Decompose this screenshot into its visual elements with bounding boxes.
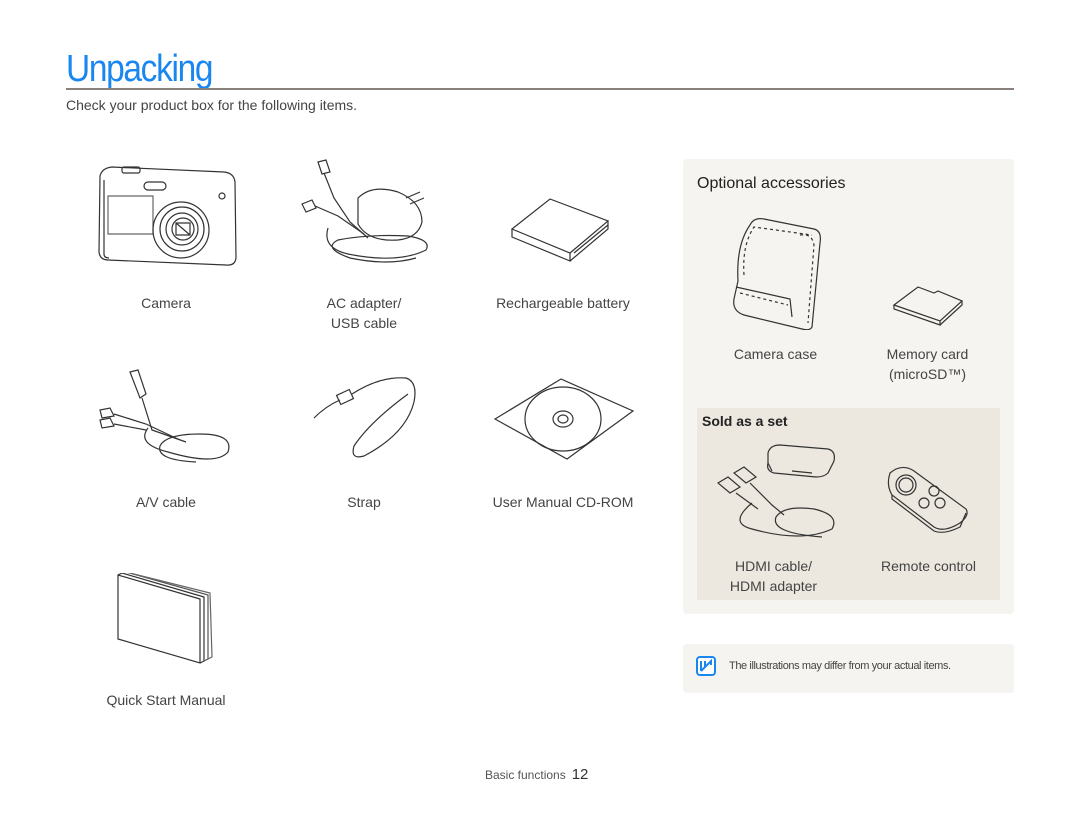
item-label-microsd: (microSD™) (889, 366, 966, 382)
manual-icon (116, 573, 216, 665)
ac-adapter-icon (298, 158, 433, 270)
av-cable-icon (96, 368, 236, 468)
item-label-battery: Rechargeable battery (496, 295, 630, 311)
memory-card-icon (892, 285, 964, 327)
item-label-quick-start-manual: Quick Start Manual (106, 692, 226, 708)
item-label-camera: Camera (141, 295, 191, 311)
item-label-strap: Strap (347, 494, 381, 510)
hdmi-cable-icon (712, 443, 842, 541)
item-label-camera-case: Camera case (733, 346, 818, 362)
item-label-ac-adapter: AC adapter/ (326, 295, 402, 311)
note-text: The illustrations may differ from your a… (729, 660, 951, 672)
battery-icon (510, 193, 615, 263)
note-icon (696, 656, 716, 676)
item-label-hdmi-cable: HDMI cable/ (734, 558, 813, 574)
page-number: 12 (571, 766, 589, 783)
optional-accessories-title: Optional accessories (697, 175, 846, 192)
item-label-usb-cable: USB cable (330, 315, 398, 331)
cd-rom-icon (493, 377, 635, 461)
remote-control-icon (884, 465, 972, 533)
item-label-hdmi-adapter: HDMI adapter (729, 578, 818, 594)
page-footer: Basic functions 12 (485, 766, 588, 783)
sold-as-set-title: Sold as a set (702, 413, 788, 429)
item-label-memory-card: Memory card (886, 346, 969, 362)
item-label-cd-rom: User Manual CD-ROM (492, 494, 634, 510)
footer-section: Basic functions (485, 768, 566, 782)
item-label-remote-control: Remote control (881, 558, 976, 574)
title-divider (66, 88, 1014, 90)
camera-case-icon (730, 215, 826, 330)
page-subtitle: Check your product box for the following… (66, 97, 358, 113)
camera-icon (94, 162, 239, 270)
strap-icon (310, 372, 420, 462)
item-label-av-cable: A/V cable (136, 494, 196, 510)
page-title: Unpacking (66, 48, 213, 90)
